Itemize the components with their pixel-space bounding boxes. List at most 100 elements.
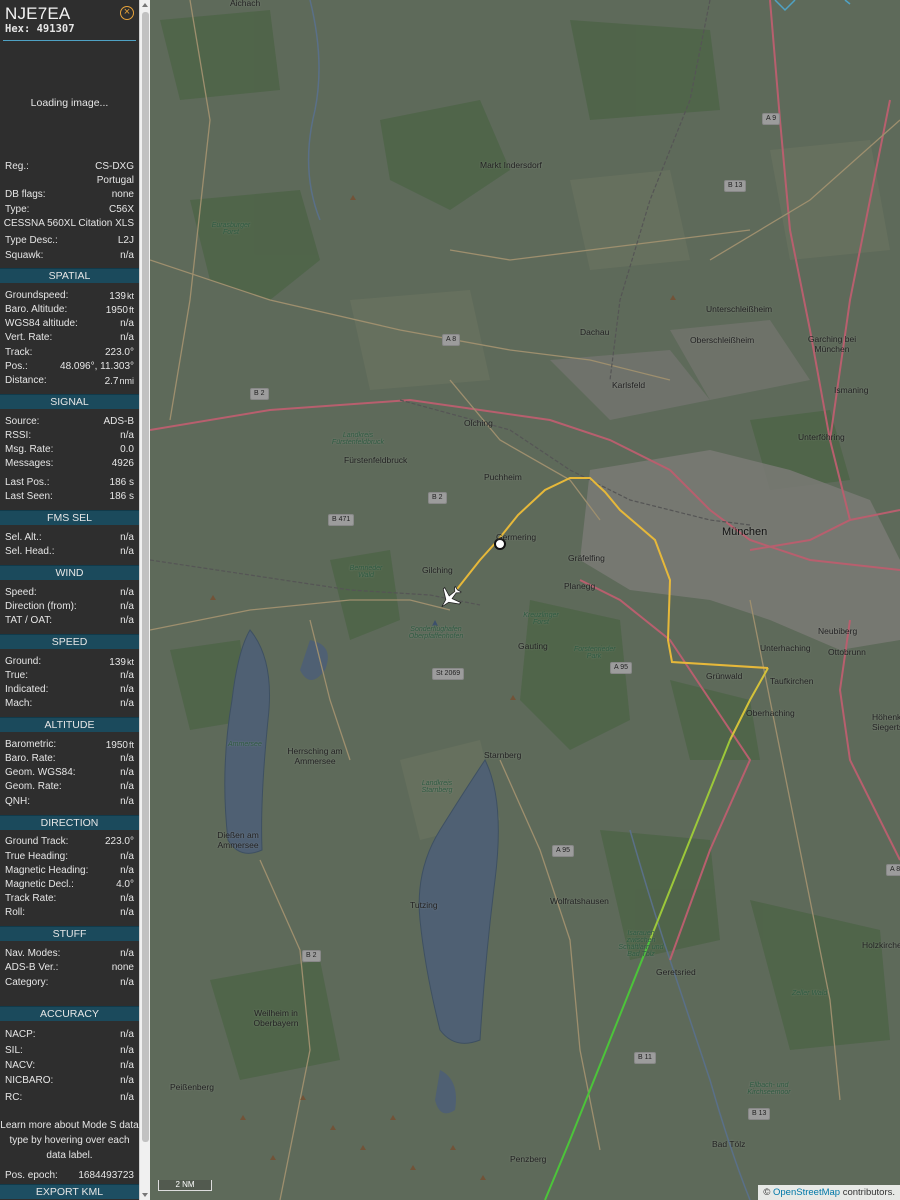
row-value: n/a	[120, 796, 134, 807]
row-value: n/a	[120, 601, 134, 612]
row-adsb-version: ADS-B Ver.: none	[5, 961, 134, 975]
row-source: Source: ADS-B	[5, 415, 134, 429]
export-kml-button[interactable]: EXPORT KML	[0, 1184, 139, 1199]
map-scale-bar: 2 NM	[158, 1180, 212, 1191]
place-label: Starnberg	[484, 750, 522, 760]
section-header-stuff[interactable]: STUFF	[0, 926, 139, 941]
road-label: B 2	[250, 388, 269, 400]
place-label: Unterhaching	[760, 643, 811, 653]
section-header-fms-sel[interactable]: FMS SEL	[0, 510, 139, 525]
place-label: Unterschleißheim	[706, 304, 773, 314]
row-baro-altitude: Baro. Altitude: 1950ft	[5, 303, 134, 317]
row-label: NACP:	[5, 1029, 36, 1040]
row-sel-head: Sel. Head.: n/a	[5, 545, 134, 559]
row-wind-speed: Speed: n/a	[5, 586, 134, 600]
row-value: n/a	[120, 684, 134, 695]
row-track-rate: Track Rate: n/a	[5, 892, 134, 906]
row-indicated-speed: Indicated: n/a	[5, 683, 134, 697]
section-header-wind[interactable]: WIND	[0, 565, 139, 580]
road-label: A 9	[762, 113, 781, 125]
road-label: B 13	[724, 180, 747, 192]
place-label: Puchheim	[484, 472, 522, 482]
row-label: ADS-B Ver.:	[5, 962, 59, 973]
row-last-seen: Last Seen: 186 s	[5, 490, 134, 504]
area-label: Sonderflughafen Oberpfaffenhofen	[408, 626, 464, 640]
row-messages: Messages: 4926	[5, 457, 134, 471]
row-value: n/a	[120, 865, 134, 876]
row-label: Geom. WGS84:	[5, 767, 76, 778]
map-view[interactable]: Aichach Markt Indersdorf Dachau Karlsfel…	[150, 0, 900, 1200]
row-label: Vert. Rate:	[5, 332, 53, 343]
info-label: Type Desc.:	[5, 235, 58, 246]
row-mach: Mach: n/a	[5, 697, 134, 711]
row-rssi: RSSI: n/a	[5, 429, 134, 443]
scroll-down-icon[interactable]	[142, 1193, 148, 1197]
section-header-direction[interactable]: DIRECTION	[0, 815, 139, 830]
openstreetmap-link[interactable]: OpenStreetMap	[773, 1187, 840, 1198]
row-baro-rate: Baro. Rate: n/a	[5, 752, 134, 766]
place-label: Olching	[464, 418, 493, 428]
row-label: NACV:	[5, 1060, 36, 1071]
row-label: Direction (from):	[5, 601, 77, 612]
header-divider	[3, 40, 136, 41]
row-nacv: NACV: n/a	[5, 1059, 134, 1073]
row-true-speed: True: n/a	[5, 669, 134, 683]
row-value: n/a	[120, 977, 134, 988]
row-value: n/a	[120, 893, 134, 904]
sidebar-scrollbar[interactable]	[139, 0, 150, 1200]
row-true-heading: True Heading: n/a	[5, 850, 134, 864]
row-value: 1950ft	[105, 740, 134, 751]
row-label: Barometric:	[5, 739, 57, 750]
row-label: Sel. Alt.:	[5, 532, 42, 543]
road-label: B 471	[328, 514, 355, 526]
learn-more-text: Learn more about Mode S data type by hov…	[0, 1120, 139, 1161]
scroll-up-icon[interactable]	[142, 3, 148, 7]
row-value: 4.0°	[116, 879, 134, 890]
row-value: 186 s	[109, 477, 134, 488]
row-value: n/a	[120, 753, 134, 764]
row-value: n/a	[120, 767, 134, 778]
section-header-signal[interactable]: SIGNAL	[0, 394, 139, 409]
info-value: C56X	[108, 204, 134, 215]
place-label: Bad Tölz	[712, 1139, 746, 1149]
info-value: none	[111, 189, 134, 200]
place-label: Planegg	[564, 581, 596, 591]
scrollbar-thumb[interactable]	[142, 12, 149, 1142]
place-label: Oberhaching	[746, 708, 795, 718]
row-value: 2.7nmi	[104, 376, 134, 387]
row-value: n/a	[120, 615, 134, 626]
info-country: Portugal	[96, 175, 134, 186]
row-value: 1950ft	[105, 305, 134, 316]
row-groundspeed: Groundspeed: 139kt	[5, 289, 134, 303]
place-label: Gilching	[422, 565, 453, 575]
row-label: Ground:	[5, 656, 42, 667]
row-value: n/a	[120, 1029, 134, 1040]
section-header-spatial[interactable]: SPATIAL	[0, 268, 139, 283]
row-label: Messages:	[5, 458, 54, 469]
section-header-altitude[interactable]: ALTITUDE	[0, 717, 139, 732]
place-label: Karlsfeld	[612, 380, 646, 390]
area-label: Bernrieder Wald	[349, 565, 383, 579]
row-label: NICBARO:	[5, 1075, 54, 1086]
row-value: n/a	[120, 1075, 134, 1086]
info-row-dbflags: DB flags: none	[5, 188, 134, 202]
road-label: St 2069	[432, 668, 465, 680]
info-value: L2J	[117, 235, 134, 246]
row-qnh: QNH: n/a	[5, 795, 134, 809]
row-label: Indicated:	[5, 684, 49, 695]
section-header-accuracy[interactable]: ACCURACY	[0, 1006, 139, 1021]
aircraft-photo-placeholder: Loading image...	[30, 97, 109, 109]
row-value: n/a	[120, 587, 134, 598]
place-label: Gräfelfing	[568, 553, 605, 563]
area-label: Forstenrieder Park	[574, 646, 616, 660]
info-value: CS-DXG	[95, 161, 134, 172]
section-header-speed[interactable]: SPEED	[0, 634, 139, 649]
row-label: Baro. Rate:	[5, 753, 56, 764]
place-label: Garching bei München	[807, 334, 857, 354]
place-label: Germering	[496, 532, 537, 542]
row-value: n/a	[120, 1092, 134, 1103]
row-msg-rate: Msg. Rate: 0.0	[5, 443, 134, 457]
place-label: Fürstenfeldbruck	[344, 455, 408, 465]
row-nic-baro: NICBARO: n/a	[5, 1074, 134, 1088]
close-icon[interactable]: ×	[120, 6, 134, 20]
